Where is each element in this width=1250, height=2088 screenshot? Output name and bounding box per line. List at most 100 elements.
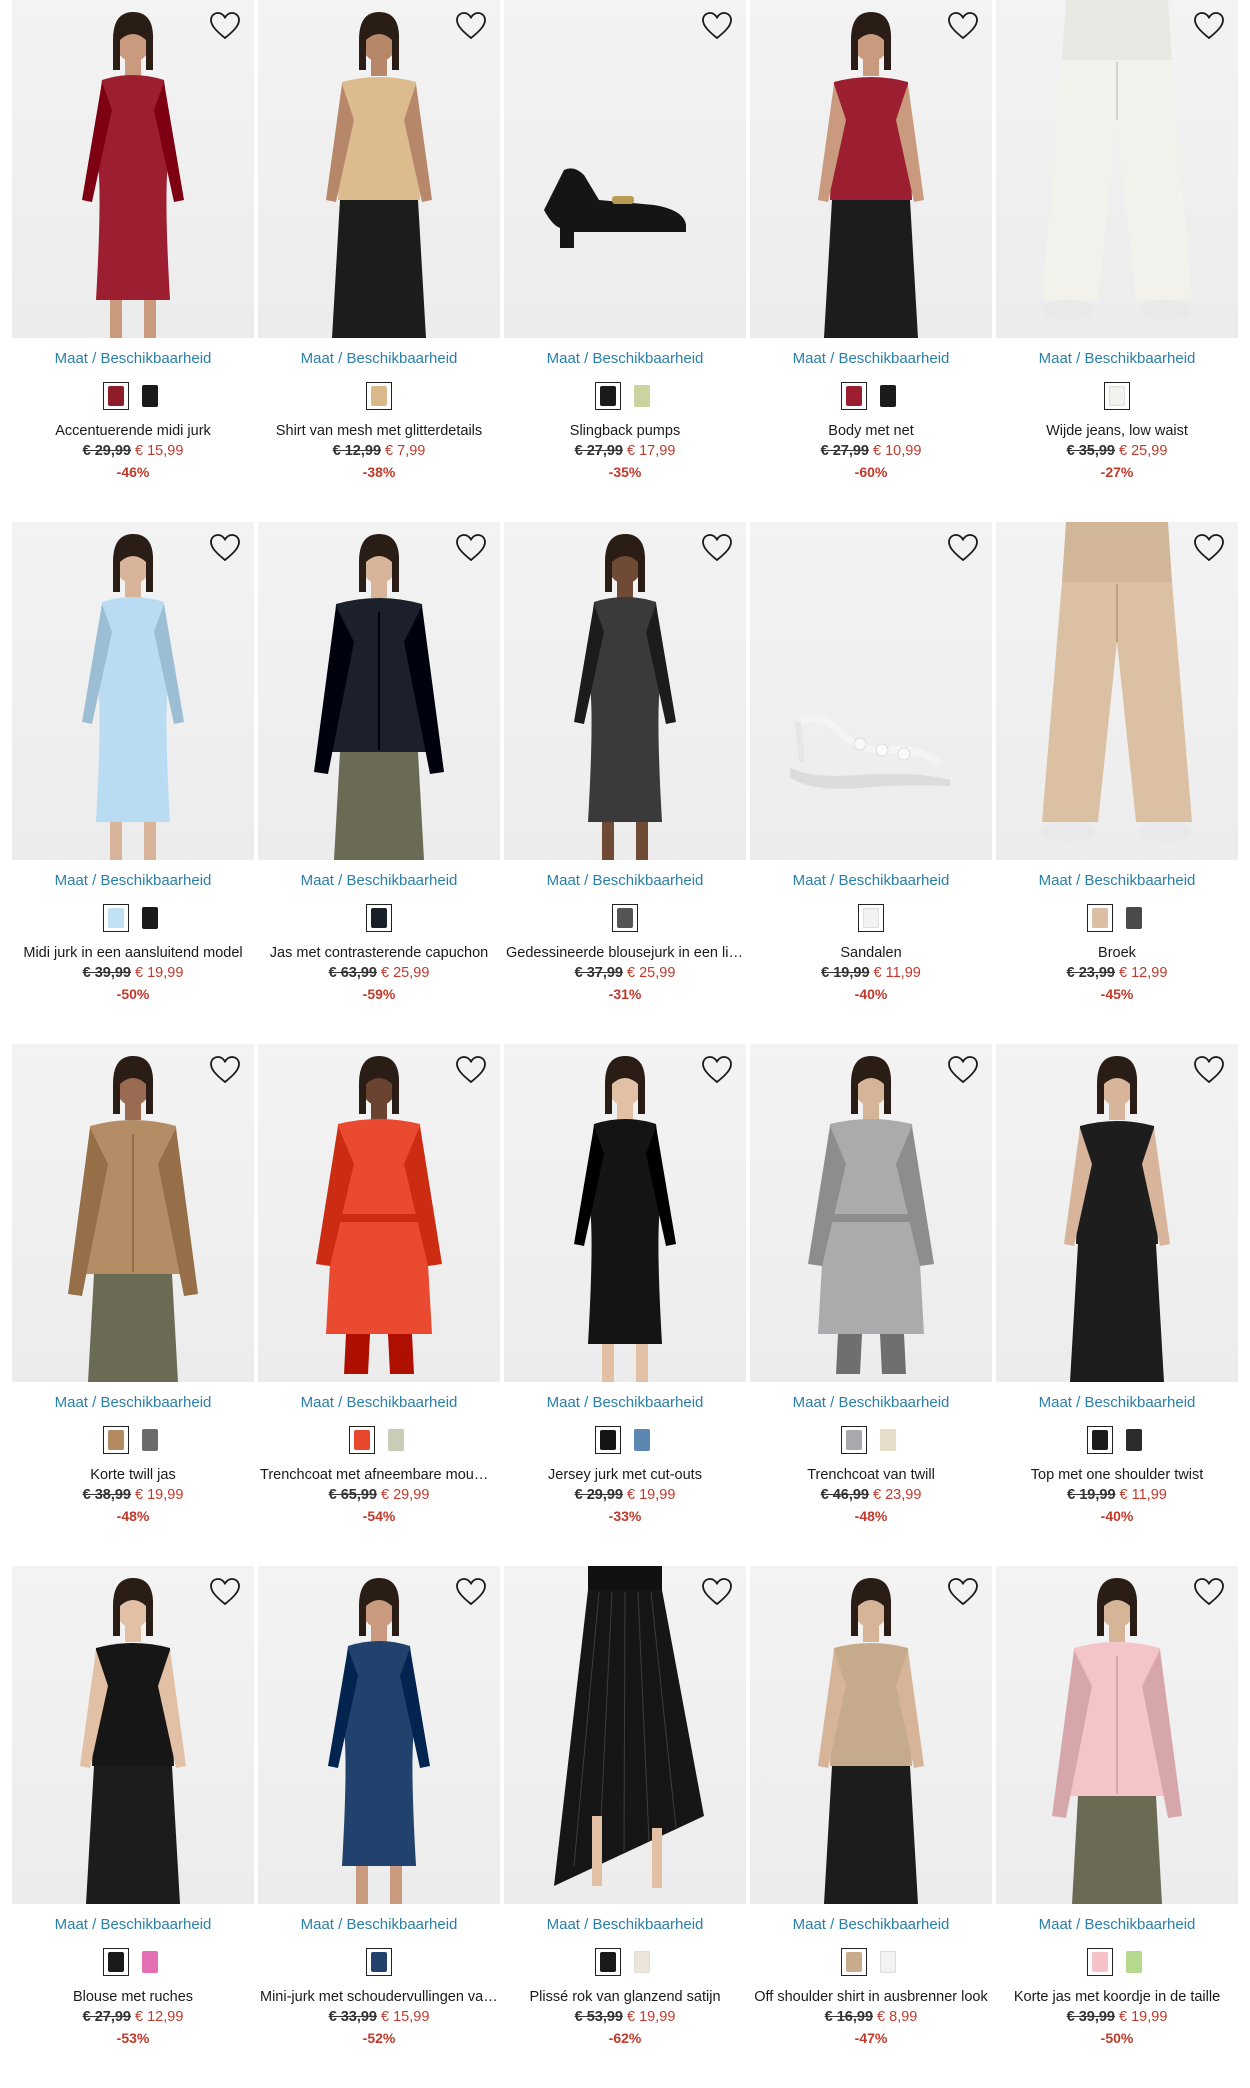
product-image[interactable] <box>12 522 254 860</box>
heart-outline-icon[interactable] <box>454 10 488 42</box>
heart-outline-icon[interactable] <box>946 532 980 564</box>
product-image[interactable] <box>504 522 746 860</box>
color-swatch[interactable] <box>366 382 392 410</box>
product-name[interactable]: Off shoulder shirt in ausbrenner look <box>752 1989 990 2005</box>
size-availability-link[interactable]: Maat / Beschikbaarheid <box>12 1916 254 1933</box>
product-card[interactable]: Maat / Beschikbaarheid Off shoulder shirt… <box>750 1566 992 2088</box>
product-image[interactable] <box>996 522 1238 860</box>
color-swatch[interactable] <box>1121 904 1147 932</box>
color-swatch[interactable] <box>595 1948 621 1976</box>
color-swatch[interactable] <box>137 382 163 410</box>
size-availability-link[interactable]: Maat / Beschikbaarheid <box>504 1394 746 1411</box>
heart-outline-icon[interactable] <box>1192 1576 1226 1608</box>
product-card[interactable]: Maat / Beschikbaarheid Slingback pumps € 2… <box>504 0 746 522</box>
product-image[interactable] <box>504 1044 746 1382</box>
heart-outline-icon[interactable] <box>946 1054 980 1086</box>
color-swatch[interactable] <box>595 382 621 410</box>
product-card[interactable]: Maat / Beschikbaarheid Midi jurk in een a… <box>12 522 254 1044</box>
size-availability-link[interactable]: Maat / Beschikbaarheid <box>504 350 746 367</box>
heart-outline-icon[interactable] <box>700 10 734 42</box>
color-swatch[interactable] <box>1121 1948 1147 1976</box>
product-card[interactable]: Maat / Beschikbaarheid Blouse met ruches €… <box>12 1566 254 2088</box>
color-swatch[interactable] <box>1087 1426 1113 1454</box>
color-swatch[interactable] <box>629 1948 655 1976</box>
heart-outline-icon[interactable] <box>1192 1054 1226 1086</box>
heart-outline-icon[interactable] <box>208 1054 242 1086</box>
color-swatch[interactable] <box>629 1426 655 1454</box>
product-name[interactable]: Sandalen <box>752 945 990 961</box>
product-name[interactable]: Korte twill jas <box>14 1467 252 1483</box>
product-image[interactable] <box>996 1566 1238 1904</box>
product-name[interactable]: Body met net <box>752 423 990 439</box>
product-name[interactable]: Korte jas met koordje in de taille <box>998 1989 1236 2005</box>
heart-outline-icon[interactable] <box>208 532 242 564</box>
product-card[interactable]: Maat / Beschikbaarheid Korte jas met koor… <box>996 1566 1238 2088</box>
product-image[interactable] <box>996 1044 1238 1382</box>
product-card[interactable]: Maat / Beschikbaarheid Trenchcoat met afn… <box>258 1044 500 1566</box>
product-name[interactable]: Shirt van mesh met glitterdetails <box>260 423 498 439</box>
color-swatch[interactable] <box>595 1426 621 1454</box>
product-card[interactable]: Maat / Beschikbaarheid Jersey jurk met cu… <box>504 1044 746 1566</box>
product-image[interactable] <box>258 0 500 338</box>
color-swatch[interactable] <box>612 904 638 932</box>
product-card[interactable]: Maat / Beschikbaarheid Sandalen € 19,99 € 1… <box>750 522 992 1044</box>
size-availability-link[interactable]: Maat / Beschikbaarheid <box>12 350 254 367</box>
heart-outline-icon[interactable] <box>454 1054 488 1086</box>
product-name[interactable]: Mini-jurk met schoudervullingen van zach… <box>260 1989 498 2005</box>
color-swatch[interactable] <box>875 1426 901 1454</box>
color-swatch[interactable] <box>858 904 884 932</box>
heart-outline-icon[interactable] <box>208 10 242 42</box>
heart-outline-icon[interactable] <box>208 1576 242 1608</box>
color-swatch[interactable] <box>1087 1948 1113 1976</box>
size-availability-link[interactable]: Maat / Beschikbaarheid <box>750 350 992 367</box>
product-name[interactable]: Blouse met ruches <box>14 1989 252 2005</box>
color-swatch[interactable] <box>103 1948 129 1976</box>
color-swatch[interactable] <box>103 382 129 410</box>
product-card[interactable]: Maat / Beschikbaarheid Korte twill jas € 3… <box>12 1044 254 1566</box>
product-card[interactable]: Maat / Beschikbaarheid Body met net € 27,9… <box>750 0 992 522</box>
product-name[interactable]: Trenchcoat met afneembare mouwen <box>260 1467 498 1483</box>
product-image[interactable] <box>750 1044 992 1382</box>
color-swatch[interactable] <box>137 904 163 932</box>
product-image[interactable] <box>258 1566 500 1904</box>
product-name[interactable]: Broek <box>998 945 1236 961</box>
size-availability-link[interactable]: Maat / Beschikbaarheid <box>504 1916 746 1933</box>
heart-outline-icon[interactable] <box>700 532 734 564</box>
color-swatch[interactable] <box>841 1426 867 1454</box>
product-card[interactable]: Maat / Beschikbaarheid Accentuerende midi… <box>12 0 254 522</box>
color-swatch[interactable] <box>103 1426 129 1454</box>
size-availability-link[interactable]: Maat / Beschikbaarheid <box>750 1916 992 1933</box>
color-swatch[interactable] <box>841 382 867 410</box>
product-card[interactable]: Maat / Beschikbaarheid Broek € 23,99 € 12,9… <box>996 522 1238 1044</box>
size-availability-link[interactable]: Maat / Beschikbaarheid <box>258 872 500 889</box>
size-availability-link[interactable]: Maat / Beschikbaarheid <box>12 1394 254 1411</box>
product-image[interactable] <box>996 0 1238 338</box>
product-image[interactable] <box>750 0 992 338</box>
product-card[interactable]: Maat / Beschikbaarheid Wijde jeans, low w… <box>996 0 1238 522</box>
size-availability-link[interactable]: Maat / Beschikbaarheid <box>258 1916 500 1933</box>
product-name[interactable]: Wijde jeans, low waist <box>998 423 1236 439</box>
heart-outline-icon[interactable] <box>700 1054 734 1086</box>
size-availability-link[interactable]: Maat / Beschikbaarheid <box>258 350 500 367</box>
size-availability-link[interactable]: Maat / Beschikbaarheid <box>996 872 1238 889</box>
product-image[interactable] <box>750 522 992 860</box>
product-card[interactable]: Maat / Beschikbaarheid Gedessineerde blou… <box>504 522 746 1044</box>
color-swatch[interactable] <box>137 1426 163 1454</box>
product-card[interactable]: Maat / Beschikbaarheid Plissé rok van gla… <box>504 1566 746 2088</box>
size-availability-link[interactable]: Maat / Beschikbaarheid <box>258 1394 500 1411</box>
product-name[interactable]: Top met one shoulder twist <box>998 1467 1236 1483</box>
product-card[interactable]: Maat / Beschikbaarheid Trenchcoat van twi… <box>750 1044 992 1566</box>
product-name[interactable]: Jas met contrasterende capuchon <box>260 945 498 961</box>
heart-outline-icon[interactable] <box>946 1576 980 1608</box>
product-name[interactable]: Plissé rok van glanzend satijn <box>506 1989 744 2005</box>
product-name[interactable]: Gedessineerde blousejurk in een lichte k… <box>506 945 744 961</box>
size-availability-link[interactable]: Maat / Beschikbaarheid <box>996 1394 1238 1411</box>
product-image[interactable] <box>504 0 746 338</box>
product-card[interactable]: Maat / Beschikbaarheid Mini-jurk met scho… <box>258 1566 500 2088</box>
heart-outline-icon[interactable] <box>454 1576 488 1608</box>
color-swatch[interactable] <box>629 382 655 410</box>
size-availability-link[interactable]: Maat / Beschikbaarheid <box>996 350 1238 367</box>
product-card[interactable]: Maat / Beschikbaarheid Top met one should… <box>996 1044 1238 1566</box>
size-availability-link[interactable]: Maat / Beschikbaarheid <box>12 872 254 889</box>
color-swatch[interactable] <box>875 1948 901 1976</box>
